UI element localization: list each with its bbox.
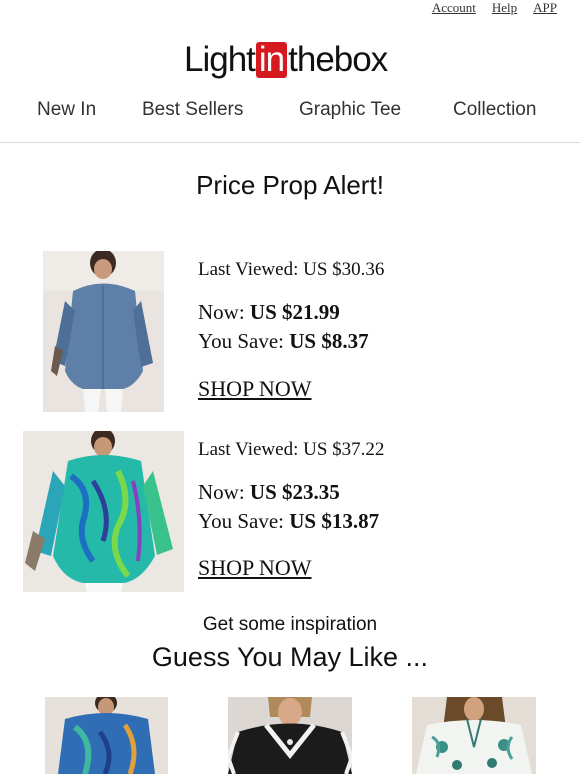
denim-shirt-illustration: [43, 251, 164, 412]
blue-print-shirt-illustration: [45, 697, 168, 774]
recommended-product-1[interactable]: [45, 697, 168, 774]
black-vneck-tee-illustration: [228, 697, 352, 774]
main-nav: New In Best Sellers Graphic Tee Collecti…: [0, 96, 580, 126]
guess-you-may-like-title: Guess You May Like ...: [151, 642, 429, 672]
now-price-line: Now: US $23.35: [198, 480, 340, 505]
last-viewed-price: Last Viewed: US $30.36: [198, 259, 385, 280]
recommended-product-2[interactable]: [228, 697, 352, 774]
print-shirt-illustration: [23, 431, 184, 592]
header-divider: [0, 142, 580, 143]
account-link[interactable]: Account: [432, 0, 476, 16]
product-image-denim-shirt[interactable]: [43, 251, 164, 412]
nav-item-best-sellers[interactable]: Best Sellers: [142, 99, 243, 121]
nav-item-graphic-tee[interactable]: Graphic Tee: [299, 99, 401, 121]
save-amount: US $8.37: [289, 329, 369, 353]
inspiration-subtitle: Get some inspiration: [202, 614, 378, 635]
lightinthebox-logo[interactable]: Light in thebox: [184, 40, 388, 80]
nav-item-collection[interactable]: Collection: [453, 99, 536, 121]
save-label: You Save:: [198, 329, 290, 353]
green-floral-shirt-illustration: [412, 697, 536, 774]
now-price: US $21.99: [249, 300, 340, 324]
top-links: Account Help APP: [432, 0, 557, 16]
nav-item-new-in[interactable]: New In: [37, 99, 96, 121]
recommended-product-3[interactable]: [412, 697, 536, 774]
logo-text-light: Light: [184, 40, 256, 79]
you-save-line: You Save: US $8.37: [198, 329, 369, 354]
shop-now-link[interactable]: SHOP NOW: [198, 376, 311, 402]
logo-text-in: in: [255, 42, 288, 78]
product-image-print-shirt[interactable]: [23, 431, 184, 592]
help-link[interactable]: Help: [492, 0, 517, 16]
save-amount: US $13.87: [289, 509, 380, 533]
now-price-line: Now: US $21.99: [198, 300, 340, 325]
now-label: Now:: [198, 480, 250, 504]
save-label: You Save:: [198, 509, 290, 533]
now-label: Now:: [198, 300, 250, 324]
you-save-line: You Save: US $13.87: [198, 509, 379, 534]
logo-text-thebox: thebox: [288, 40, 388, 79]
price-alert-title: Price Prop Alert!: [196, 170, 384, 200]
now-price: US $23.35: [249, 480, 340, 504]
app-link[interactable]: APP: [533, 0, 557, 16]
last-viewed-price: Last Viewed: US $37.22: [198, 439, 385, 460]
shop-now-link[interactable]: SHOP NOW: [198, 555, 311, 581]
